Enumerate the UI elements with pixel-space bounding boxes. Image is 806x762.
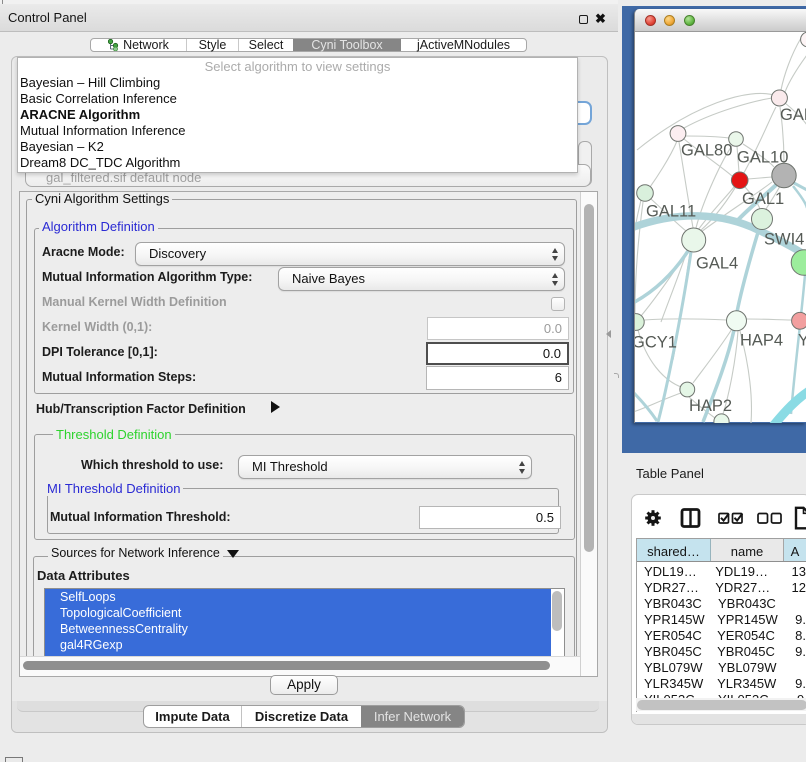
svg-text:YJ: YJ xyxy=(798,332,806,350)
svg-text:GAL10: GAL10 xyxy=(737,149,788,167)
svg-text:GCY1: GCY1 xyxy=(635,334,677,352)
svg-text:HAP2: HAP2 xyxy=(689,397,732,415)
svg-text:GAL4: GAL4 xyxy=(696,255,738,273)
svg-text:SWI4: SWI4 xyxy=(764,231,804,249)
svg-text:GAL80: GAL80 xyxy=(681,142,732,160)
svg-text:HAP4: HAP4 xyxy=(740,332,783,350)
svg-text:GAL1: GAL1 xyxy=(742,190,784,208)
svg-text:GAL11: GAL11 xyxy=(646,203,696,221)
svg-text:GAL2: GAL2 xyxy=(780,106,806,124)
